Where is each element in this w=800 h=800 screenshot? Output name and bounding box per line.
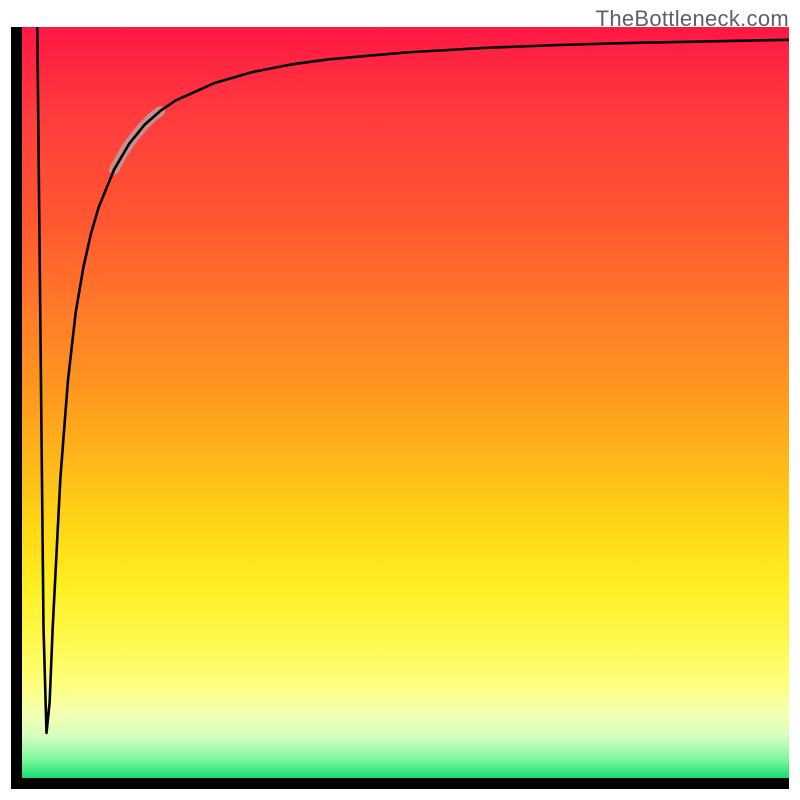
highlight-segment <box>114 111 160 170</box>
bottleneck-plot <box>11 27 789 789</box>
curve-layer <box>11 27 789 789</box>
bottleneck-curve <box>37 27 789 733</box>
x-axis <box>11 778 789 789</box>
watermark-text: TheBottleneck.com <box>596 6 789 32</box>
y-axis <box>11 27 22 789</box>
